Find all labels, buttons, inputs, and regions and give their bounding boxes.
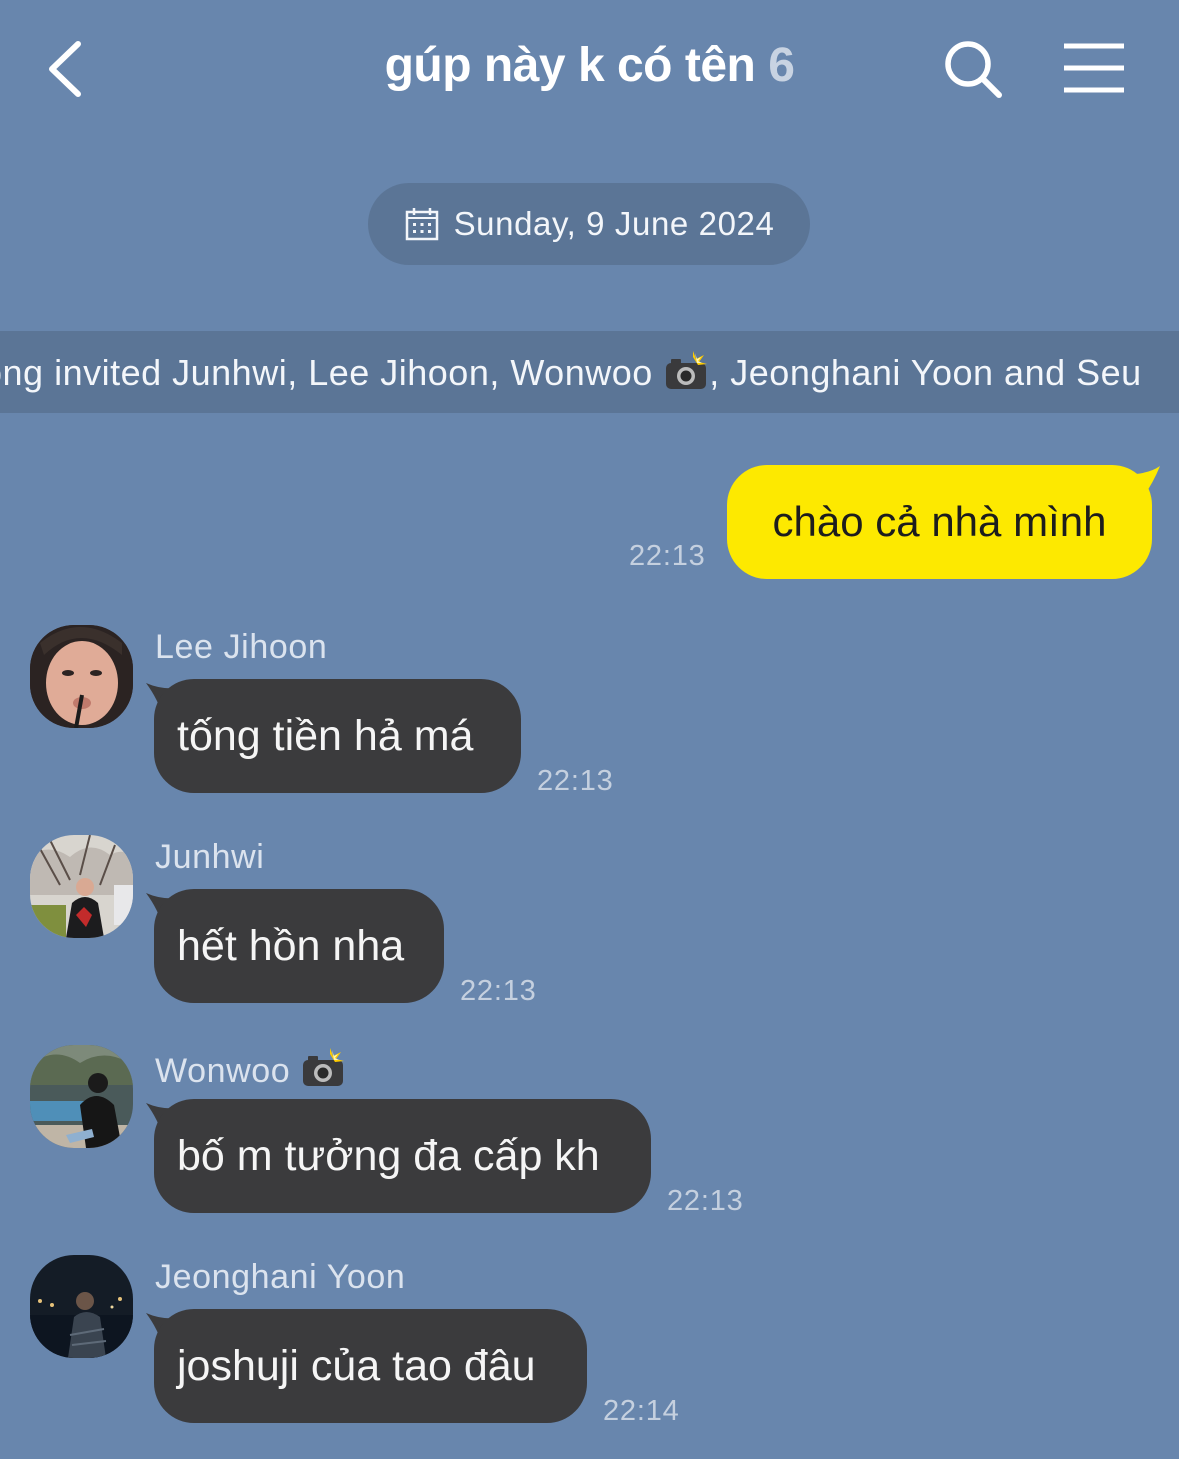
camera-flash-emoji-icon (666, 351, 708, 389)
message-bubble[interactable]: tống tiền hả má (154, 679, 521, 793)
calendar-icon (405, 208, 438, 241)
sender-name[interactable]: Jeonghani Yoon (155, 1258, 405, 1297)
chat-header: gúp này k có tên 6 (0, 0, 1179, 140)
message-time: 22:13 (667, 1185, 744, 1217)
message-bubble[interactable]: hết hồn nha (154, 889, 444, 1003)
message-text: hết hồn nha (177, 921, 405, 970)
avatar-photo (30, 835, 133, 938)
message-text: chào cả nhà mình (772, 498, 1107, 545)
sender-name[interactable]: Wonwoo (155, 1048, 346, 1091)
avatar-jeonghani-yoon[interactable] (30, 1255, 133, 1358)
message-bubble[interactable]: bố m tưởng đa cấp kh (154, 1099, 651, 1213)
search-button[interactable] (940, 36, 1006, 102)
avatar-wonwoo[interactable] (30, 1045, 133, 1148)
date-divider: Sunday, 9 June 2024 (368, 183, 810, 265)
date-text: Sunday, 9 June 2024 (453, 205, 775, 242)
message-time: 22:13 (629, 540, 706, 572)
system-invite-message: ong invited Junhwi, Lee Jihoon, Wonwoo ,… (0, 331, 1179, 413)
message-text: bố m tưởng đa cấp kh (177, 1131, 600, 1180)
sender-name[interactable]: Junhwi (155, 838, 264, 877)
sender-name-text: Wonwoo (155, 1052, 291, 1090)
system-message-text: ong invited Junhwi, Lee Jihoon, Wonwoo ,… (0, 351, 1142, 394)
my-message-bubble[interactable]: chào cả nhà mình (727, 465, 1152, 579)
avatar-photo (30, 1045, 133, 1148)
camera-flash-emoji-icon (303, 1048, 345, 1086)
search-icon (945, 41, 1002, 98)
group-name: gúp này k có tên (384, 39, 756, 92)
message-time: 22:13 (460, 975, 537, 1007)
message-text: joshuji của tao đâu (177, 1341, 536, 1390)
sender-name[interactable]: Lee Jihoon (155, 628, 327, 667)
system-text-before: ong invited Junhwi, Lee Jihoon, Wonwoo (0, 352, 664, 393)
message-bubble[interactable]: joshuji của tao đâu (154, 1309, 587, 1423)
menu-button[interactable] (1058, 40, 1130, 96)
system-text-after: , Jeonghani Yoon and Seu (709, 352, 1142, 393)
message-time: 22:13 (537, 765, 614, 797)
avatar-lee-jihoon[interactable] (30, 625, 133, 728)
avatar-junhwi[interactable] (30, 835, 133, 938)
message-text: tống tiền hả má (177, 711, 474, 760)
avatar-photo (30, 1255, 133, 1358)
member-count: 6 (768, 39, 795, 92)
message-time: 22:14 (603, 1395, 680, 1427)
hamburger-menu-icon (1064, 43, 1124, 93)
avatar-photo (30, 625, 133, 728)
